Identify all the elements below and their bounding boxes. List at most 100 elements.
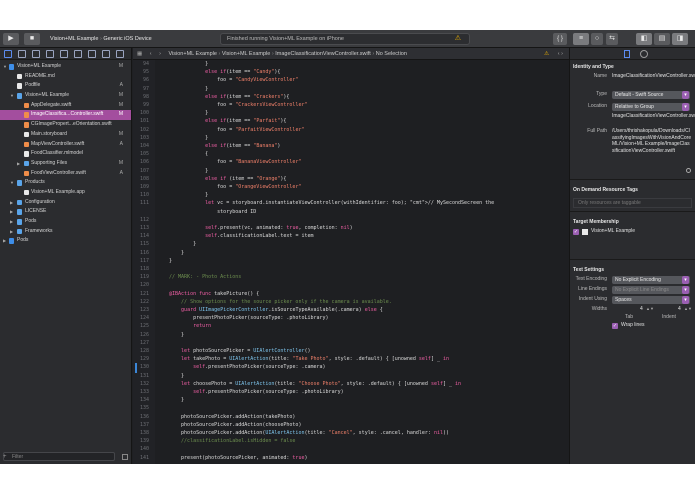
toggle-navigator-button[interactable]: ◧	[636, 33, 652, 45]
report-icon[interactable]	[116, 50, 124, 58]
tree-item-license[interactable]: ▶ LICENSE	[0, 207, 131, 217]
name-field[interactable]: ImageClassificationViewController.swift	[612, 73, 695, 80]
code-line[interactable]: 102 foo = "ParfaitViewController"	[133, 126, 569, 134]
code-line[interactable]: storyboard ID	[133, 208, 569, 216]
folder-icon[interactable]	[4, 50, 12, 58]
code-line[interactable]: 115 }	[133, 240, 569, 248]
related-items-icon[interactable]: ▦	[137, 51, 142, 57]
run-button[interactable]: ▶	[3, 33, 19, 45]
tree-item-pods-project[interactable]: ▶ Pods	[0, 236, 131, 246]
code-line[interactable]: 123 guard UIImagePickerController.isSour…	[133, 306, 569, 314]
code-line[interactable]: 118	[133, 265, 569, 273]
stop-button[interactable]: ■	[24, 33, 40, 45]
standard-editor-button[interactable]: ≡	[573, 33, 589, 45]
code-line[interactable]: 96 foo = "CandyViewController"	[133, 76, 569, 84]
symbol-icon[interactable]	[32, 50, 40, 58]
search-icon[interactable]	[46, 50, 54, 58]
tree-item-mapvc[interactable]: MapViewController.swift A	[0, 140, 131, 150]
tree-item-supporting[interactable]: ▶ Supporting Files M	[0, 159, 131, 169]
tree-item-appdelegate[interactable]: AppDelegate.swift M	[0, 101, 131, 111]
location-select[interactable]: Relative to Group	[612, 103, 690, 111]
code-line[interactable]: 134 }	[133, 396, 569, 404]
tree-item-products[interactable]: ▼ Products	[0, 178, 131, 188]
code-line[interactable]: 112	[133, 216, 569, 224]
file-inspector-icon[interactable]	[624, 50, 630, 58]
code-line[interactable]: 101 else if(item == "Parfait"){	[133, 117, 569, 125]
code-line[interactable]: 117}	[133, 257, 569, 265]
tree-item-cgimage[interactable]: CGImagePropert...eOrientation.swift	[0, 120, 131, 130]
code-line[interactable]: 111 let vc = storyboard.instantiateViewC…	[133, 199, 569, 207]
code-line[interactable]: 140	[133, 445, 569, 453]
code-review-button[interactable]: { }	[553, 33, 567, 45]
code-line[interactable]: 135	[133, 404, 569, 412]
type-select[interactable]: Default - Swift Source	[612, 91, 690, 99]
code-line[interactable]: 104 else if(item == "Banana")	[133, 142, 569, 150]
code-line[interactable]: 99 foo = "CrackersViewController"	[133, 101, 569, 109]
code-line[interactable]: 129 let takePhoto = UIAlertAction(title:…	[133, 355, 569, 363]
code-line[interactable]: 121 @IBAction func takePicture() {	[133, 290, 569, 298]
breakpoint-icon[interactable]	[102, 50, 110, 58]
tree-item-app[interactable]: Vision+ML Example.app	[0, 188, 131, 198]
tree-item-foodvc[interactable]: FoodViewController.swift A	[0, 169, 131, 179]
jump-bar-group[interactable]: Vision+ML Example	[222, 51, 270, 57]
code-line[interactable]: 127	[133, 339, 569, 347]
code-line[interactable]: 103 }	[133, 134, 569, 142]
jump-bar-file[interactable]: ImageClassificationViewController.swift	[275, 51, 371, 57]
code-line[interactable]: 106 foo = "BananaViewController"	[133, 158, 569, 166]
test-icon[interactable]	[74, 50, 82, 58]
indent-width-field[interactable]: 4	[678, 306, 681, 312]
odr-tags-field[interactable]: Only resources are taggable	[573, 198, 692, 208]
code-line[interactable]: 110 }	[133, 191, 569, 199]
help-icon[interactable]	[640, 50, 648, 58]
scheme-selector[interactable]: Vision+ML Example › Generic iOS Device	[50, 34, 152, 44]
jump-bar-project[interactable]: Vision+ML Example	[168, 51, 216, 57]
code-line[interactable]: 132 let choosePhoto = UIAlertAction(titl…	[133, 380, 569, 388]
code-line[interactable]: 136 photoSourcePicker.addAction(takePhot…	[133, 413, 569, 421]
back-icon[interactable]: ‹	[150, 51, 152, 57]
toggle-debug-button[interactable]: ▤	[654, 33, 670, 45]
target-checkbox[interactable]: ✓	[573, 229, 579, 235]
code-line[interactable]: 130 self.presentPhotoPicker(sourceType: …	[133, 363, 569, 371]
add-icon[interactable]: +	[3, 454, 7, 460]
code-line[interactable]: 138 photoSourcePicker.addAction(UIAlertA…	[133, 429, 569, 437]
code-line[interactable]: 100 }	[133, 109, 569, 117]
indent-using-select[interactable]: Spaces	[612, 296, 690, 304]
code-line[interactable]: 131 }	[133, 372, 569, 380]
debug-icon[interactable]	[88, 50, 96, 58]
code-line[interactable]: 95 else if(item == "Candy"){	[133, 68, 569, 76]
warning-icon[interactable]: ⚠	[544, 48, 549, 60]
code-line[interactable]: 133 self.presentPhotoPicker(sourceType: …	[133, 388, 569, 396]
code-line[interactable]: 120	[133, 281, 569, 289]
navigator-filter-input[interactable]: Filter	[3, 452, 115, 461]
toggle-inspector-button[interactable]: ◨	[672, 33, 688, 45]
code-line[interactable]: 98 else if(item == "Crackers"){	[133, 93, 569, 101]
code-line[interactable]: 105 {	[133, 150, 569, 158]
tree-item-configuration[interactable]: ▶ Configuration	[0, 198, 131, 208]
code-line[interactable]: 139 //classificationLabel.isHidden = fal…	[133, 437, 569, 445]
code-line[interactable]: 97 }	[133, 85, 569, 93]
tree-item-storyboard[interactable]: Main.storyboard M	[0, 130, 131, 140]
source-editor[interactable]: 94 } 95 else if(item == "Candy"){96 foo =…	[133, 60, 569, 464]
code-line[interactable]: 116 }	[133, 249, 569, 257]
tree-item-podfile[interactable]: Podfile A	[0, 81, 131, 91]
encoding-select[interactable]: No Explicit Encoding	[612, 276, 690, 284]
code-line[interactable]: 113 self.present(vc, animated: true, com…	[133, 224, 569, 232]
source-control-icon[interactable]	[18, 50, 26, 58]
code-line[interactable]: 109 foo = "OrangeViewController"	[133, 183, 569, 191]
tree-item-project[interactable]: ▼ Vision+ML Example M	[0, 62, 131, 72]
code-line[interactable]: 141 present(photoSourcePicker, animated:…	[133, 454, 569, 462]
code-line[interactable]: 114 self.classificationLabel.text = item	[133, 232, 569, 240]
indent-width-stepper[interactable]: ▲▼	[684, 306, 692, 311]
tree-item-imageclassification[interactable]: ImageClassifica...Controller.swift M	[0, 110, 131, 121]
code-line[interactable]: 124 presentPhotoPicker(sourceType: .phot…	[133, 314, 569, 322]
tree-item-group[interactable]: ▼ Vision+ML Example M	[0, 91, 131, 101]
tree-item-mlmodel[interactable]: FoodClassifier.mlmodel	[0, 149, 131, 159]
wrap-lines-checkbox[interactable]: ✓	[612, 323, 618, 329]
issue-nav-icon[interactable]: ‹ ›	[558, 48, 563, 60]
jump-bar-symbol[interactable]: No Selection	[376, 51, 407, 57]
assistant-editor-button[interactable]: ○	[591, 33, 603, 45]
tree-item-pods-group[interactable]: ▶ Pods	[0, 217, 131, 227]
code-line[interactable]: 126 }	[133, 331, 569, 339]
code-line[interactable]: 119 // MARK: - Photo Actions	[133, 273, 569, 281]
code-line[interactable]: 108 else if (item == "Orange"){	[133, 175, 569, 183]
